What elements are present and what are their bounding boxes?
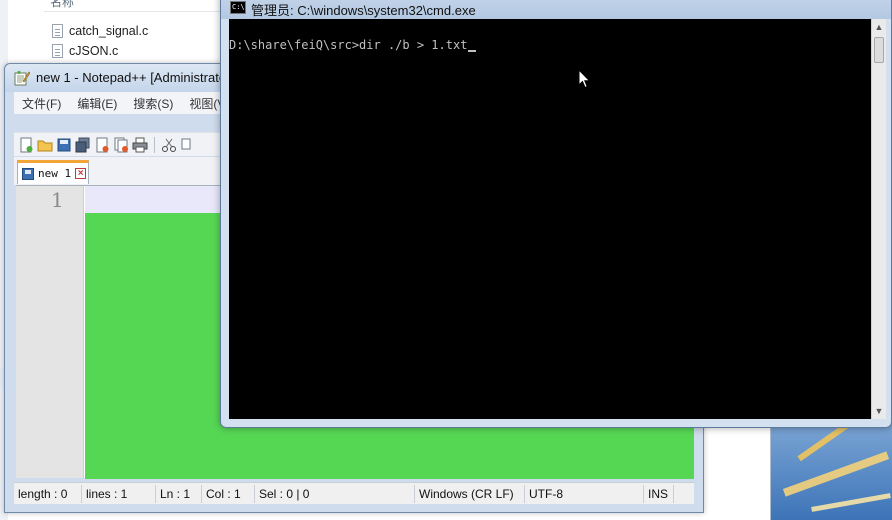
command-text: D:\share\feiQ\src>dir ./b > 1.txt	[229, 38, 468, 52]
save-icon[interactable]	[56, 137, 72, 153]
menu-search[interactable]: 搜索(S)	[125, 95, 181, 112]
copy-icon[interactable]	[180, 137, 196, 153]
tab-close-icon[interactable]: ×	[75, 168, 87, 179]
open-folder-icon[interactable]	[37, 137, 53, 153]
cmd-window[interactable]: C:\ 管理员: C:\windows\system32\cmd.exe D:\…	[220, 0, 892, 428]
tab-label: new 1	[38, 167, 72, 180]
line-number: 1	[51, 188, 64, 212]
close-file-icon[interactable]	[94, 137, 110, 153]
cmd-window-title: 管理员: C:\windows\system32\cmd.exe	[251, 3, 476, 18]
scrollbar-thumb[interactable]	[874, 37, 884, 63]
menu-edit[interactable]: 编辑(E)	[69, 95, 125, 112]
cmd-titlebar[interactable]: C:\ 管理员: C:\windows\system32\cmd.exe	[221, 0, 891, 19]
menu-file[interactable]: 文件(F)	[14, 95, 69, 112]
print-icon[interactable]	[132, 137, 148, 153]
notepad-window-title: new 1 - Notepad++ [Administrator]	[36, 70, 234, 85]
cut-icon[interactable]	[161, 137, 177, 153]
cmd-app-icon: C:\	[230, 1, 246, 14]
tab-new-1[interactable]: new 1 ×	[17, 160, 89, 184]
unsaved-file-icon	[22, 167, 34, 180]
status-lines: lines : 1	[82, 484, 156, 503]
new-file-icon[interactable]	[18, 137, 34, 153]
file-name: cJSON.c	[69, 44, 119, 58]
console-scrollbar[interactable]: ▲ ▼	[871, 19, 886, 419]
status-eol[interactable]: Windows (CR LF)	[415, 484, 525, 503]
c-file-icon	[52, 24, 63, 38]
status-ln: Ln : 1	[156, 484, 202, 503]
status-encoding[interactable]: UTF-8	[525, 484, 644, 503]
line-number-gutter: 1	[16, 186, 84, 478]
command-prompt-line[interactable]: D:\share\feiQ\src>dir ./b > 1.txt	[229, 38, 477, 52]
name-column-header[interactable]: 名称	[44, 0, 224, 12]
c-file-icon	[52, 44, 63, 58]
file-item-cjson[interactable]: cJSON.c	[52, 41, 118, 61]
text-cursor	[468, 50, 477, 52]
status-insert-mode[interactable]: INS	[644, 484, 674, 503]
status-col: Col : 1	[202, 484, 255, 503]
file-item-catch-signal[interactable]: catch_signal.c	[52, 21, 148, 41]
file-name: catch_signal.c	[69, 24, 149, 38]
notepad-app-icon	[14, 70, 30, 86]
close-all-icon[interactable]	[113, 137, 129, 153]
status-length: length : 0	[14, 484, 82, 503]
notepad-statusbar: length : 0 lines : 1 Ln : 1 Col : 1 Sel …	[14, 482, 694, 504]
scroll-down-arrow-icon[interactable]: ▼	[872, 403, 886, 419]
console-output[interactable]: D:\share\feiQ\src>dir ./b > 1.txt	[229, 19, 871, 419]
scroll-up-arrow-icon[interactable]: ▲	[872, 19, 886, 35]
save-all-icon[interactable]	[75, 137, 91, 153]
mouse-pointer-icon	[578, 69, 591, 89]
status-sel: Sel : 0 | 0	[255, 484, 415, 503]
toolbar-separator	[154, 136, 155, 153]
